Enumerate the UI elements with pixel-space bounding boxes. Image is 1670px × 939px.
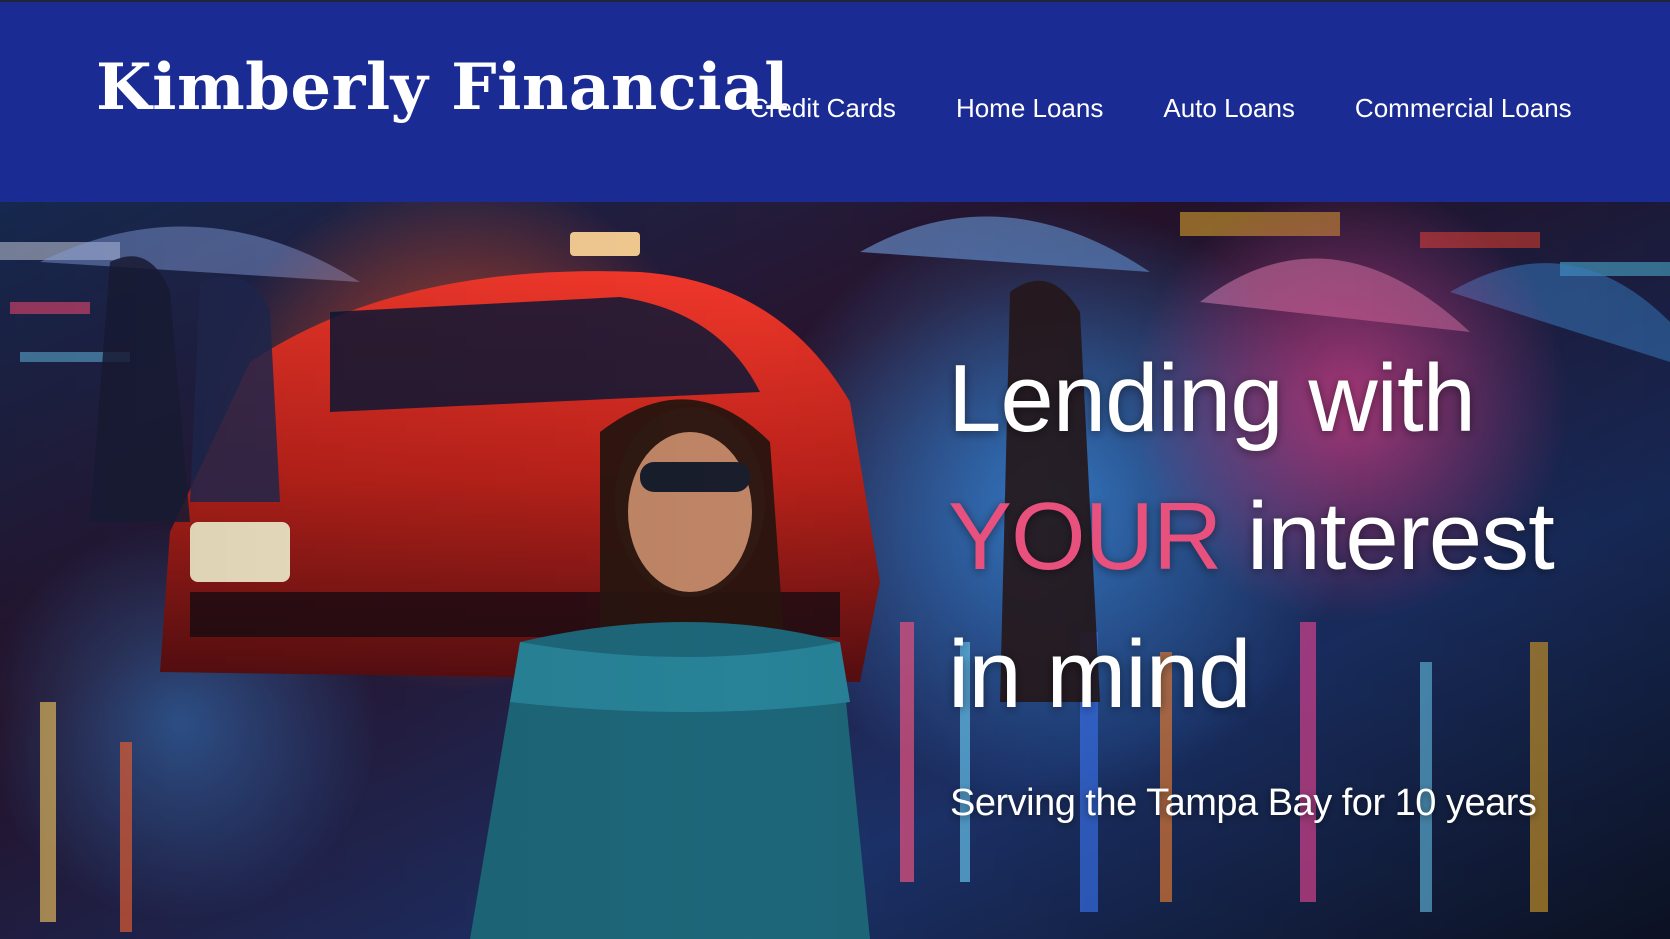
nav-home-loans[interactable]: Home Loans [956,93,1103,124]
nav-auto-loans[interactable]: Auto Loans [1163,93,1295,124]
site-header: Kimberly Financial Credit Cards Home Loa… [0,0,1670,202]
hero-headline: Lending with YOUR interest in mind [948,330,1628,744]
headline-line-3: in mind [948,621,1251,728]
main-nav: Credit Cards Home Loans Auto Loans Comme… [750,88,1572,128]
headline-accent: YOUR [948,483,1222,590]
brand-logo[interactable]: Kimberly Financial [96,56,789,120]
nav-credit-cards[interactable]: Credit Cards [750,93,896,124]
hero-banner: Lending with YOUR interest in mind Servi… [0,202,1670,939]
headline-line-1: Lending with [948,345,1476,452]
nav-commercial-loans[interactable]: Commercial Loans [1355,93,1572,124]
headline-line-2: interest [1247,483,1555,590]
hero-subheadline: Serving the Tampa Bay for 10 years [950,782,1537,824]
